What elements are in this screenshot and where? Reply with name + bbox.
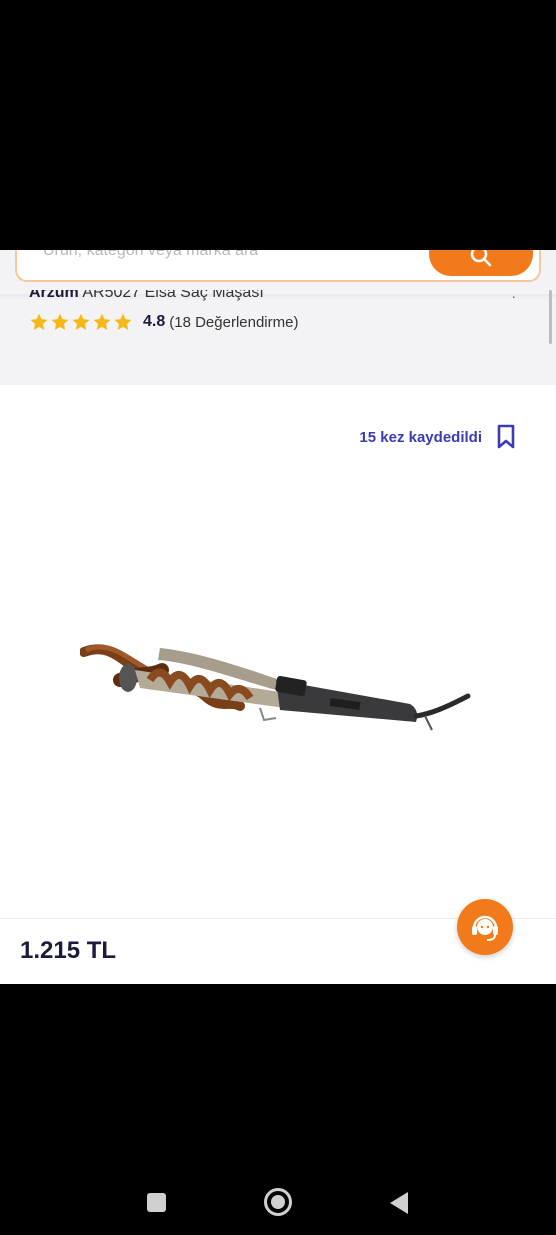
saved-row[interactable]: 15 kez kaydedildi [359, 424, 516, 450]
product-price: 1.215 TL [20, 937, 117, 964]
scrollbar[interactable] [549, 290, 552, 344]
back-triangle-icon[interactable] [390, 1192, 408, 1214]
product-page: Ürün, kategori veya marka ara Arzum AR50… [0, 250, 556, 984]
product-model: AR5027 Elsa Saç Maşası [82, 290, 264, 301]
android-nav-bar [0, 1170, 556, 1235]
product-brand: Arzum [29, 290, 79, 301]
star-icon [51, 313, 69, 330]
phone-screen: Ürün, kategori veya marka ara Arzum AR50… [0, 0, 556, 1235]
search-input[interactable]: Ürün, kategori veya marka ara [43, 250, 258, 260]
star-rating [29, 312, 133, 332]
rating-row[interactable]: 4.8 (18 Değerlendirme) [29, 311, 298, 333]
recents-square-icon[interactable] [147, 1193, 166, 1212]
search-icon [470, 250, 492, 267]
product-header: Ürün, kategori veya marka ara Arzum AR50… [0, 250, 556, 385]
star-icon [72, 313, 90, 330]
more-dot[interactable]: · [511, 288, 516, 304]
hair-curler-image[interactable] [80, 630, 480, 750]
star-icon [30, 313, 48, 330]
search-button[interactable] [429, 250, 533, 276]
star-icon [114, 313, 132, 330]
saved-count: 15 kez kaydedildi [359, 428, 482, 446]
rating-score: 4.8 [143, 313, 166, 330]
product-title: Arzum AR5027 Elsa Saç Maşası [29, 290, 264, 302]
headset-support-icon [472, 915, 498, 941]
home-circle-icon[interactable] [264, 1188, 292, 1216]
search-bar[interactable]: Ürün, kategori veya marka ara [15, 250, 541, 282]
bookmark-icon[interactable] [496, 424, 516, 450]
rating-count[interactable]: (18 Değerlendirme) [169, 314, 298, 331]
star-icon [93, 313, 111, 330]
support-button[interactable] [457, 899, 513, 955]
